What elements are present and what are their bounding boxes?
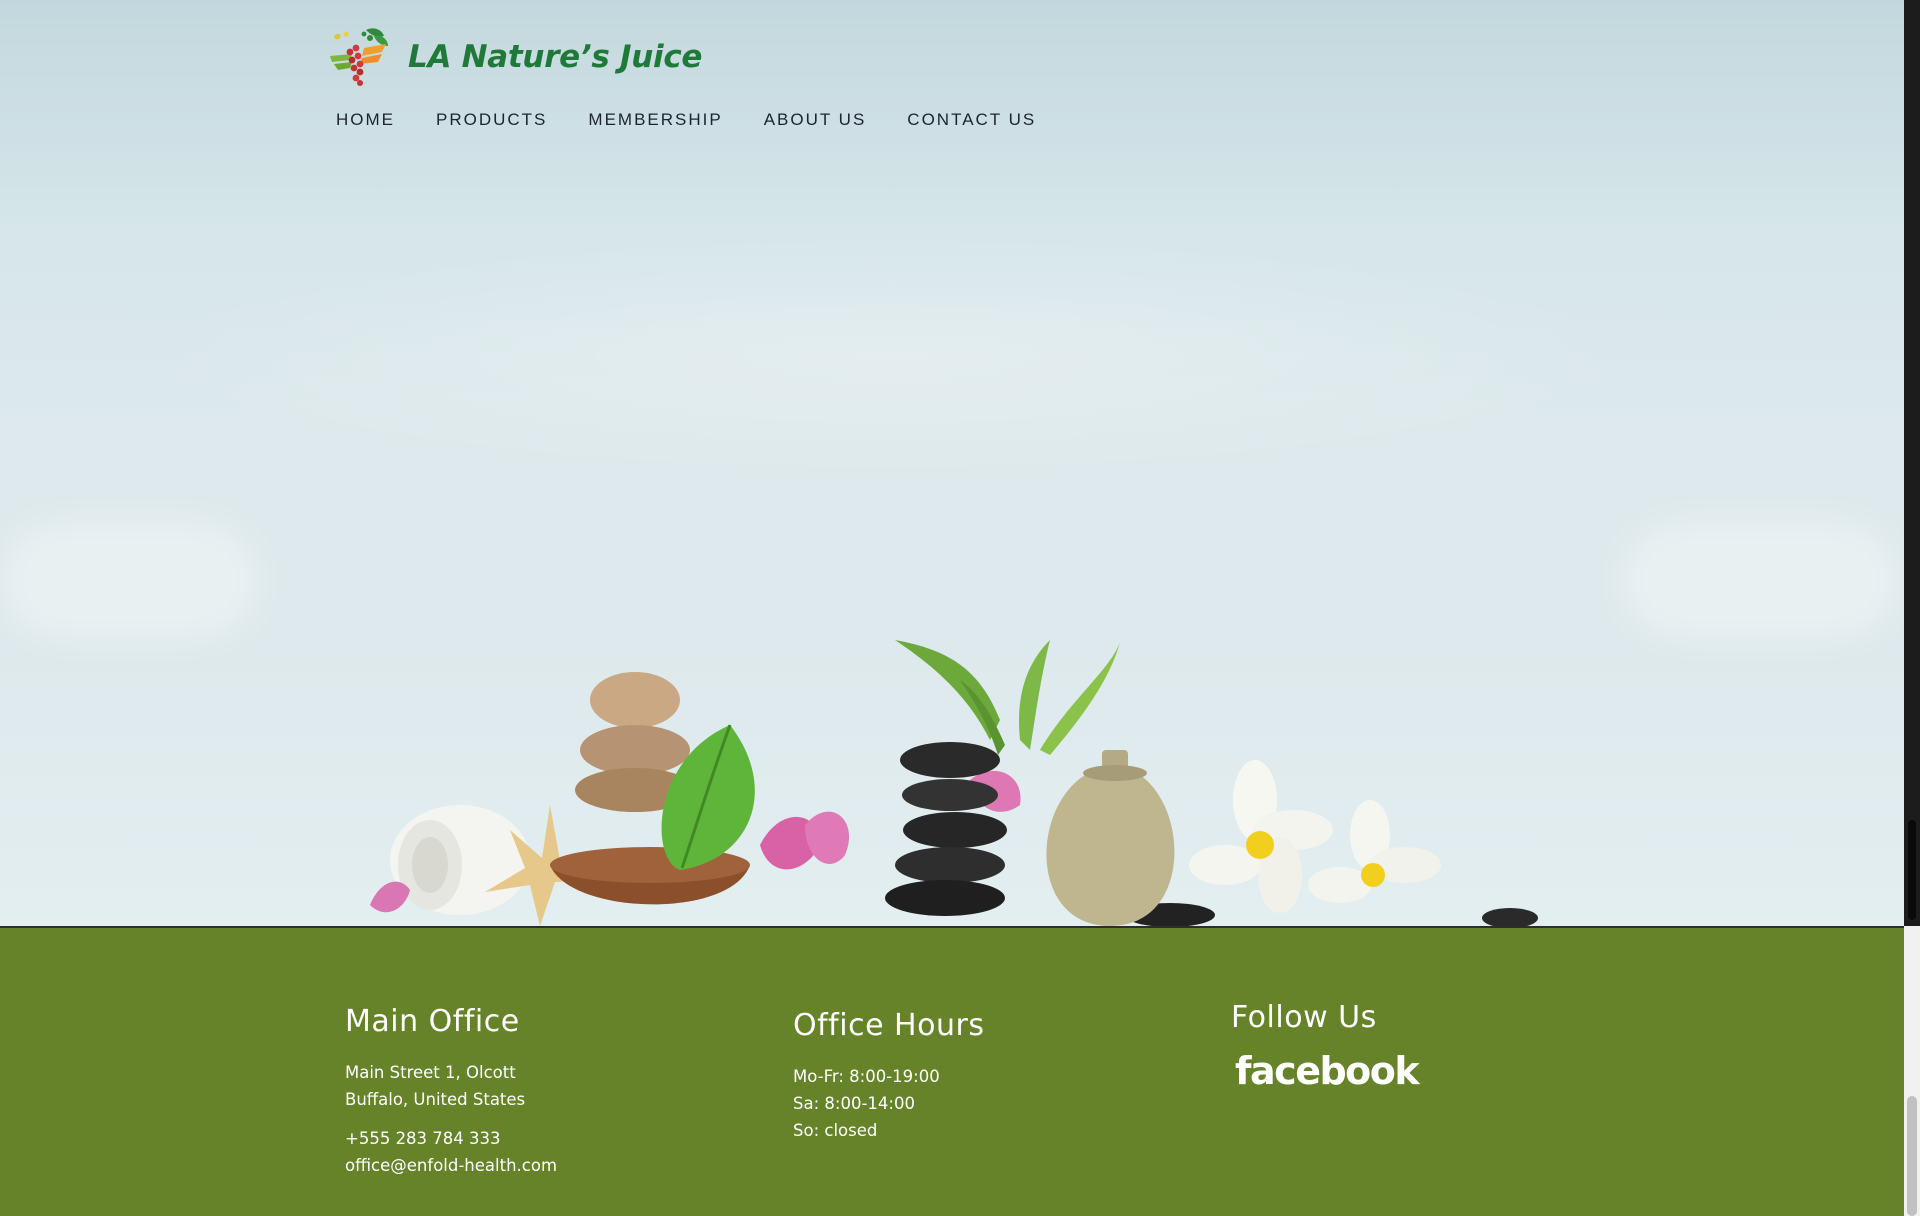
site-header: LA Nature’s Juice HOME PRODUCTS MEMBERSH…: [326, 26, 1126, 136]
main-nav: HOME PRODUCTS MEMBERSHIP ABOUT US CONTAC…: [336, 110, 1077, 130]
brand-name: LA Nature’s Juice: [408, 39, 703, 75]
main-office-title: Main Office: [345, 1004, 520, 1039]
office-hours-title: Office Hours: [793, 1008, 985, 1043]
site-footer: Main Office Main Street 1, Olcott Buffal…: [0, 926, 1904, 1216]
phone-number[interactable]: +555 283 784 333: [345, 1125, 557, 1152]
hours-sunday: So: closed: [793, 1121, 878, 1140]
nav-item-products[interactable]: PRODUCTS: [436, 110, 547, 130]
email-link[interactable]: office@enfold-health.com: [345, 1152, 557, 1179]
hours-saturday: Sa: 8:00-14:00: [793, 1094, 915, 1113]
hero-banner: LA Nature’s Juice HOME PRODUCTS MEMBERSH…: [0, 0, 1904, 926]
office-hours-section: Office Hours Mo-Fr: 8:00-19:00 Sa: 8:00-…: [793, 928, 984, 1144]
main-office-section: Main Office Main Street 1, Olcott Buffal…: [345, 928, 557, 1179]
follow-us-title: Follow Us: [1231, 1000, 1377, 1035]
page: LA Nature’s Juice HOME PRODUCTS MEMBERSH…: [0, 0, 1920, 1216]
follow-us-section: Follow Us facebook: [1231, 928, 1420, 1093]
spa-still-life-image: [370, 640, 1538, 926]
nav-item-about-us[interactable]: ABOUT US: [764, 110, 867, 130]
scrollbar-thumb[interactable]: [1907, 1096, 1917, 1216]
address-line-2: Buffalo, United States: [345, 1090, 526, 1109]
scrollbar[interactable]: [1904, 0, 1920, 1216]
address-line-1: Main Street 1, Olcott: [345, 1063, 516, 1082]
fruit-heart-logo-icon: [330, 28, 388, 86]
facebook-icon[interactable]: facebook: [1235, 1049, 1420, 1093]
nav-item-contact-us[interactable]: CONTACT US: [907, 110, 1036, 130]
hours-weekdays: Mo-Fr: 8:00-19:00: [793, 1067, 940, 1086]
nav-item-membership[interactable]: MEMBERSHIP: [588, 110, 722, 130]
site-logo[interactable]: LA Nature’s Juice: [326, 26, 702, 88]
nav-item-home[interactable]: HOME: [336, 110, 395, 130]
